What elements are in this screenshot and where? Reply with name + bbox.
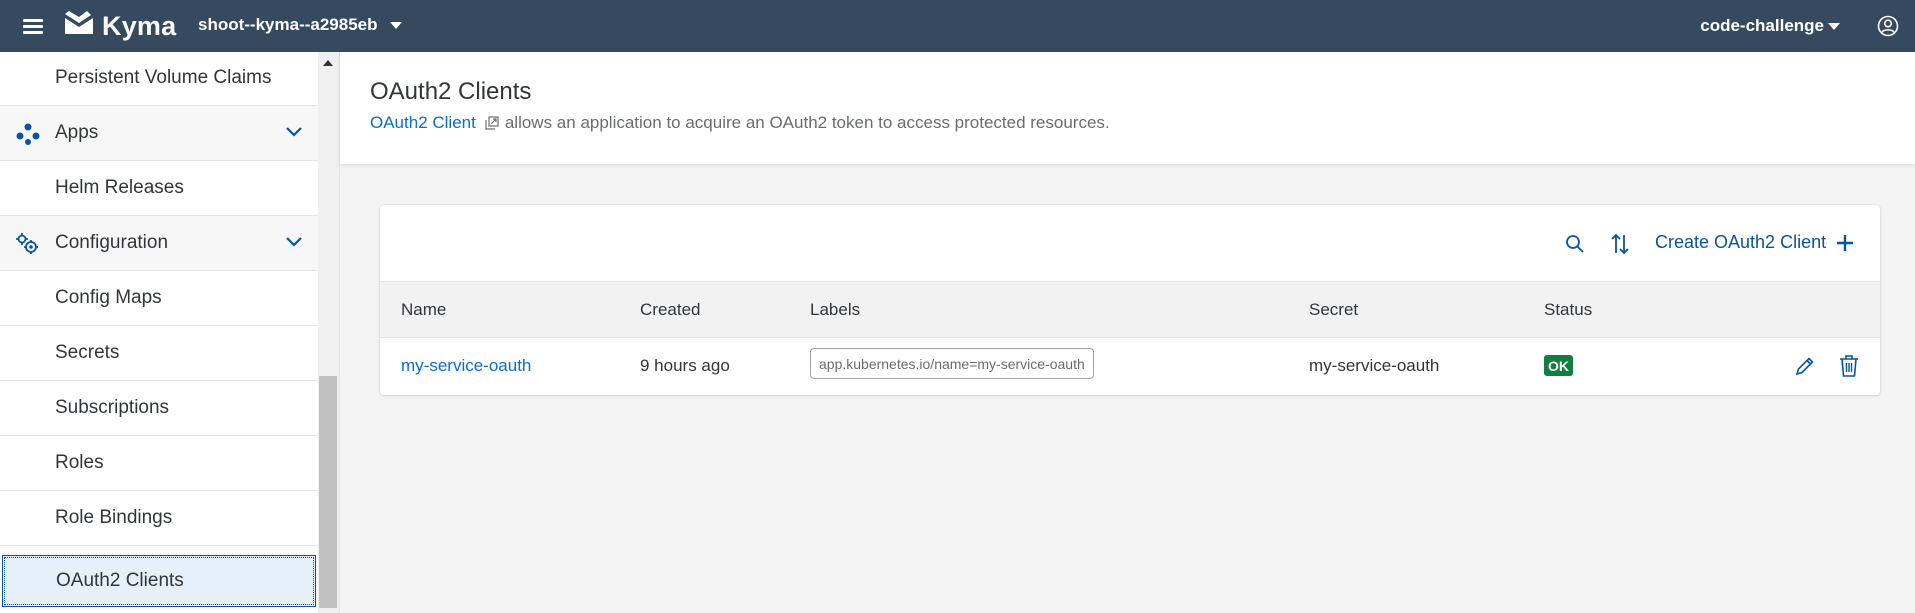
sidebar-item-label: Role Bindings <box>55 507 173 528</box>
column-header-status: Status <box>1544 300 1593 319</box>
hamburger-menu-icon[interactable] <box>20 14 46 38</box>
table-row: my-service-oauth 9 hours ago app.kuberne… <box>380 338 1880 395</box>
scroll-up-arrow-icon[interactable] <box>323 60 333 66</box>
panel-toolbar: Create OAuth2 Client <box>380 205 1880 282</box>
page-description: OAuth2 Client allows an application to a… <box>370 113 1110 133</box>
oauth2-clients-panel: Create OAuth2 Client Name Created Labels… <box>380 205 1880 395</box>
sidebar-item-label: Apps <box>55 122 99 143</box>
sidebar-item-persistent-volume-claims[interactable]: Persistent Volume Claims <box>0 52 318 106</box>
sidebar-group-apps[interactable]: Apps <box>0 106 318 161</box>
sidebar-item-helm-releases[interactable]: Helm Releases <box>0 161 318 216</box>
sidebar-item-subscriptions[interactable]: Subscriptions <box>0 381 318 436</box>
column-header-secret: Secret <box>1309 300 1359 319</box>
created-cell: 9 hours ago <box>640 356 730 375</box>
label-token[interactable]: app.kubernetes.io/name=my-service-oauth <box>810 348 1094 379</box>
create-oauth2-client-button[interactable]: Create OAuth2 Client <box>1655 232 1854 253</box>
column-header-name: Name <box>401 300 447 319</box>
sidebar-item-label: Roles <box>55 452 104 473</box>
sidebar-scrollbar[interactable] <box>318 52 339 613</box>
namespace-dropdown[interactable]: code-challenge <box>1700 16 1840 36</box>
search-icon[interactable] <box>1565 234 1585 254</box>
status-badge: OK <box>1544 355 1573 376</box>
namespace-name: code-challenge <box>1700 16 1824 35</box>
apps-icon <box>16 123 40 145</box>
page-title: OAuth2 Clients <box>370 78 532 105</box>
column-header-created: Created <box>640 300 701 319</box>
table-header: Name Created Labels Secret Status <box>380 282 1880 338</box>
delete-icon[interactable] <box>1838 354 1860 378</box>
client-name-link[interactable]: my-service-oauth <box>401 356 531 376</box>
sidebar-item-roles[interactable]: Roles <box>0 436 318 491</box>
sidebar-item-label: Persistent Volume Claims <box>55 67 272 88</box>
product-name[interactable]: Kyma <box>102 11 176 42</box>
sidebar-item-oauth2-clients[interactable]: OAuth2 Clients <box>2 555 316 607</box>
chevron-down-icon[interactable] <box>285 126 303 138</box>
sidebar-item-label: Config Maps <box>55 287 162 308</box>
column-header-labels: Labels <box>810 300 861 319</box>
caret-down-icon <box>1828 23 1840 30</box>
chevron-down-icon[interactable] <box>285 236 303 248</box>
configuration-icon <box>16 233 38 254</box>
caret-down-icon <box>389 22 402 29</box>
page-header: OAuth2 Clients OAuth2 Client allows an a… <box>340 52 1915 164</box>
sidebar-item-config-maps[interactable]: Config Maps <box>0 271 318 326</box>
sort-icon[interactable] <box>1609 232 1631 256</box>
plus-icon <box>1837 234 1854 251</box>
sidebar-item-label: Secrets <box>55 342 120 363</box>
sidebar-item-label: Helm Releases <box>55 177 184 198</box>
sidebar-group-configuration[interactable]: Configuration <box>0 216 318 271</box>
cluster-name: shoot--kyma--a2985eb <box>198 15 378 34</box>
sidebar-item-label: OAuth2 Clients <box>56 570 184 591</box>
shell-bar: Kyma shoot--kyma--a2985eb code-challenge <box>0 0 1915 52</box>
sidebar-item-label: Subscriptions <box>55 397 170 418</box>
edit-icon[interactable] <box>1794 355 1816 377</box>
user-account-icon[interactable] <box>1877 15 1899 37</box>
sidebar-item-role-bindings[interactable]: Role Bindings <box>0 491 318 546</box>
scrollbar-thumb[interactable] <box>319 376 337 608</box>
cluster-dropdown[interactable]: shoot--kyma--a2985eb <box>198 15 402 35</box>
create-button-label: Create OAuth2 Client <box>1655 232 1827 252</box>
oauth2-client-doc-link[interactable]: OAuth2 Client <box>370 113 476 133</box>
external-link-icon <box>485 116 499 130</box>
sidebar-item-label: Configuration <box>55 232 169 253</box>
description-text: allows an application to acquire an OAut… <box>504 113 1110 132</box>
secret-cell: my-service-oauth <box>1309 356 1440 375</box>
sidebar-item-secrets[interactable]: Secrets <box>0 326 318 381</box>
side-navigation: Persistent Volume Claims Apps Helm Relea… <box>0 52 340 613</box>
kyma-logo[interactable] <box>63 10 95 38</box>
